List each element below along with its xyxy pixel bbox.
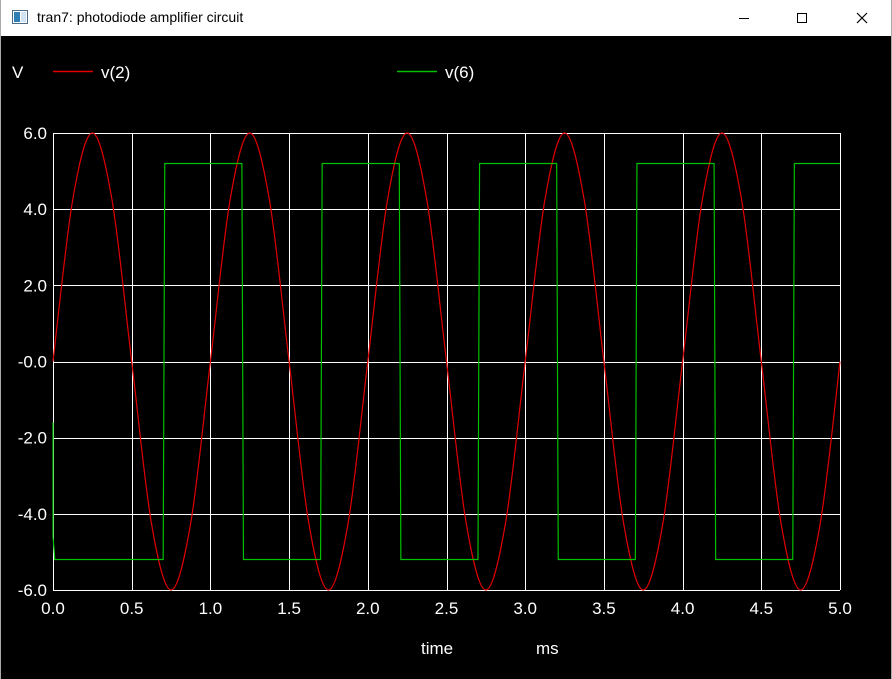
- x-tick-label: 2.5: [435, 599, 459, 618]
- minimize-button[interactable]: [721, 0, 767, 36]
- y-axis-label: V: [12, 63, 24, 82]
- y-tick-label: 6.0: [23, 124, 47, 143]
- plot-area: 0.0 0.5 1.0 1.5 2.0 2.5 3.0 3.5 4.0 4.5 5.0 6.0 4.0 2…: [12, 63, 852, 658]
- y-tick-label: -4.0: [18, 505, 47, 524]
- window-title: tran7: photodiode amplifier circuit: [37, 9, 244, 25]
- legend-label: v(2): [101, 63, 130, 82]
- x-axis-unit: ms: [536, 639, 559, 658]
- x-tick-label: 5.0: [828, 599, 852, 618]
- close-button[interactable]: [839, 0, 885, 36]
- app-icon: [12, 10, 28, 24]
- maximize-icon: [797, 13, 807, 23]
- series-line-v(2): [52, 132, 841, 591]
- series: [52, 132, 841, 591]
- x-tick-label: 2.0: [356, 599, 380, 618]
- x-tick-label: 0.0: [41, 599, 65, 618]
- x-tick-label: 4.5: [749, 599, 773, 618]
- x-tick-label: 3.5: [592, 599, 616, 618]
- legend-label: v(6): [445, 63, 474, 82]
- plot-window: tran7: photodiode amplifier circuit 0.0 0…: [0, 0, 892, 679]
- x-tick-label: 4.0: [671, 599, 695, 618]
- x-tick-label: 0.5: [120, 599, 144, 618]
- y-tick-label: -0.0: [18, 353, 47, 372]
- x-tick-label: 1.5: [277, 599, 301, 618]
- x-axis-label: time: [421, 639, 453, 658]
- y-tick-label: 4.0: [23, 200, 47, 219]
- tick-labels: 0.0 0.5 1.0 1.5 2.0 2.5 3.0 3.5 4.0 4.5 5.0 6.0 4.0 2…: [18, 124, 852, 618]
- maximize-button[interactable]: [779, 0, 825, 36]
- x-tick-label: 1.0: [199, 599, 223, 618]
- y-tick-label: 2.0: [23, 276, 47, 295]
- y-tick-label: -6.0: [18, 581, 47, 600]
- close-icon: [856, 12, 868, 24]
- title-bar[interactable]: tran7: photodiode amplifier circuit: [1, 0, 891, 36]
- legend: v(2) v(6): [53, 63, 474, 82]
- minimize-icon: [739, 18, 749, 19]
- y-tick-label: -2.0: [18, 429, 47, 448]
- x-tick-label: 3.0: [513, 599, 537, 618]
